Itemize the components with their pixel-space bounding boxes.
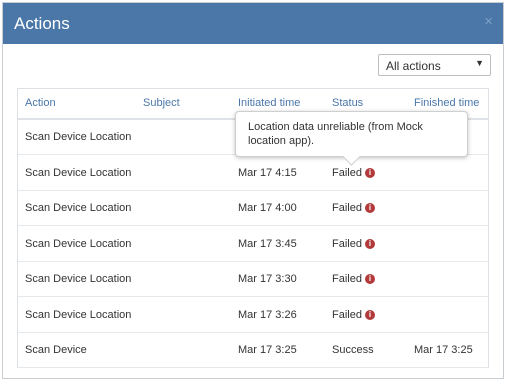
table-row[interactable]: Scan Device Location Mar 17 3:26 Failed i xyxy=(18,298,488,333)
cell-initiated-time-text: Mar 17 3:30 xyxy=(238,273,297,285)
cell-status-text: Failed xyxy=(332,202,362,214)
cell-action-text: Scan Device xyxy=(25,344,87,356)
cell-action: Scan Device Location xyxy=(25,167,131,179)
info-icon[interactable]: i xyxy=(364,167,375,178)
cell-status: Failed i xyxy=(332,273,375,285)
table-row[interactable]: Scan Device Location Mar 17 3:30 Failed i xyxy=(18,262,488,297)
cell-status-text: Failed xyxy=(332,166,362,179)
cell-initiated-time: Mar 17 3:26 xyxy=(238,309,297,321)
table-row[interactable]: Scan Device Location Mar 17 4:15 Failed i xyxy=(18,156,488,191)
column-header-action[interactable]: Action xyxy=(25,97,56,109)
cell-status: Failed i xyxy=(332,202,375,214)
cell-initiated-time-text: Mar 17 3:25 xyxy=(238,344,297,356)
cell-action-text: Scan Device Location xyxy=(25,131,132,143)
column-header-finished-time[interactable]: Finished time xyxy=(414,97,479,109)
info-icon[interactable]: i xyxy=(364,274,375,285)
cell-action-text: Scan Device Location xyxy=(25,166,132,179)
cell-status-text: Failed xyxy=(332,308,362,321)
table-row[interactable]: Scan Device Location Mar 17 3:45 Failed i xyxy=(18,227,488,262)
cell-status-text: Success xyxy=(332,344,374,356)
cell-action-text: Scan Device Location xyxy=(25,237,132,250)
cell-initiated-time-text: Mar 17 3:45 xyxy=(238,237,297,250)
tooltip-text: Location data unreliable (from Mock loca… xyxy=(248,121,423,147)
cell-action: Scan Device Location xyxy=(25,131,131,143)
cell-initiated-time: Mar 17 3:25 xyxy=(238,344,297,356)
cell-initiated-time-text: Mar 17 4:15 xyxy=(238,166,297,179)
column-header-subject[interactable]: Subject xyxy=(143,97,180,109)
cell-status: Failed i xyxy=(332,238,375,250)
column-header-status[interactable]: Status xyxy=(332,97,363,109)
table-row[interactable]: Scan Device Location Mar 17 4:00 Failed i xyxy=(18,191,488,226)
cell-action: Scan Device Location xyxy=(25,202,131,214)
status-tooltip: Location data unreliable (from Mock loca… xyxy=(235,111,468,166)
cell-action: Scan Device xyxy=(25,344,87,356)
cell-action: Scan Device Location xyxy=(25,273,131,285)
table-row[interactable]: Scan Device Mar 17 3:25 Success Mar 17 3:25 xyxy=(18,333,488,368)
info-icon[interactable]: i xyxy=(364,203,375,214)
cell-initiated-time: Mar 17 3:45 xyxy=(238,238,297,250)
cell-action-text: Scan Device Location xyxy=(25,308,132,321)
cell-status: Failed i xyxy=(332,167,375,179)
filter-selected-value: All actions xyxy=(386,59,441,73)
cell-status: Failed i xyxy=(332,309,375,321)
dialog-header: Actions × xyxy=(3,3,503,44)
cell-initiated-time-text: Mar 17 3:26 xyxy=(238,308,297,321)
cell-initiated-time-text: Mar 17 4:00 xyxy=(238,202,297,214)
cell-initiated-time: Mar 17 3:30 xyxy=(238,273,297,285)
column-header-initiated-time[interactable]: Initiated time xyxy=(238,97,300,109)
cell-action-text: Scan Device Location xyxy=(25,273,132,285)
cell-initiated-time: Mar 17 4:00 xyxy=(238,202,297,214)
cell-initiated-time: Mar 17 4:15 xyxy=(238,167,297,179)
chevron-down-icon: ▼ xyxy=(475,58,484,68)
cell-status-text: Failed xyxy=(332,237,362,250)
cell-action: Scan Device Location xyxy=(25,309,131,321)
close-icon[interactable]: × xyxy=(484,13,493,30)
dialog-title: Actions xyxy=(14,14,70,33)
cell-action: Scan Device Location xyxy=(25,238,131,250)
cell-status-text: Failed xyxy=(332,273,362,285)
cell-finished-time-text: Mar 17 3:25 xyxy=(414,344,473,356)
actions-filter-select[interactable]: All actions ▼ xyxy=(378,54,491,76)
cell-status: Success xyxy=(332,344,374,356)
cell-finished-time: Mar 17 3:25 xyxy=(414,344,473,356)
cell-action-text: Scan Device Location xyxy=(25,202,132,214)
info-icon[interactable]: i xyxy=(364,238,375,249)
info-icon[interactable]: i xyxy=(364,309,375,320)
